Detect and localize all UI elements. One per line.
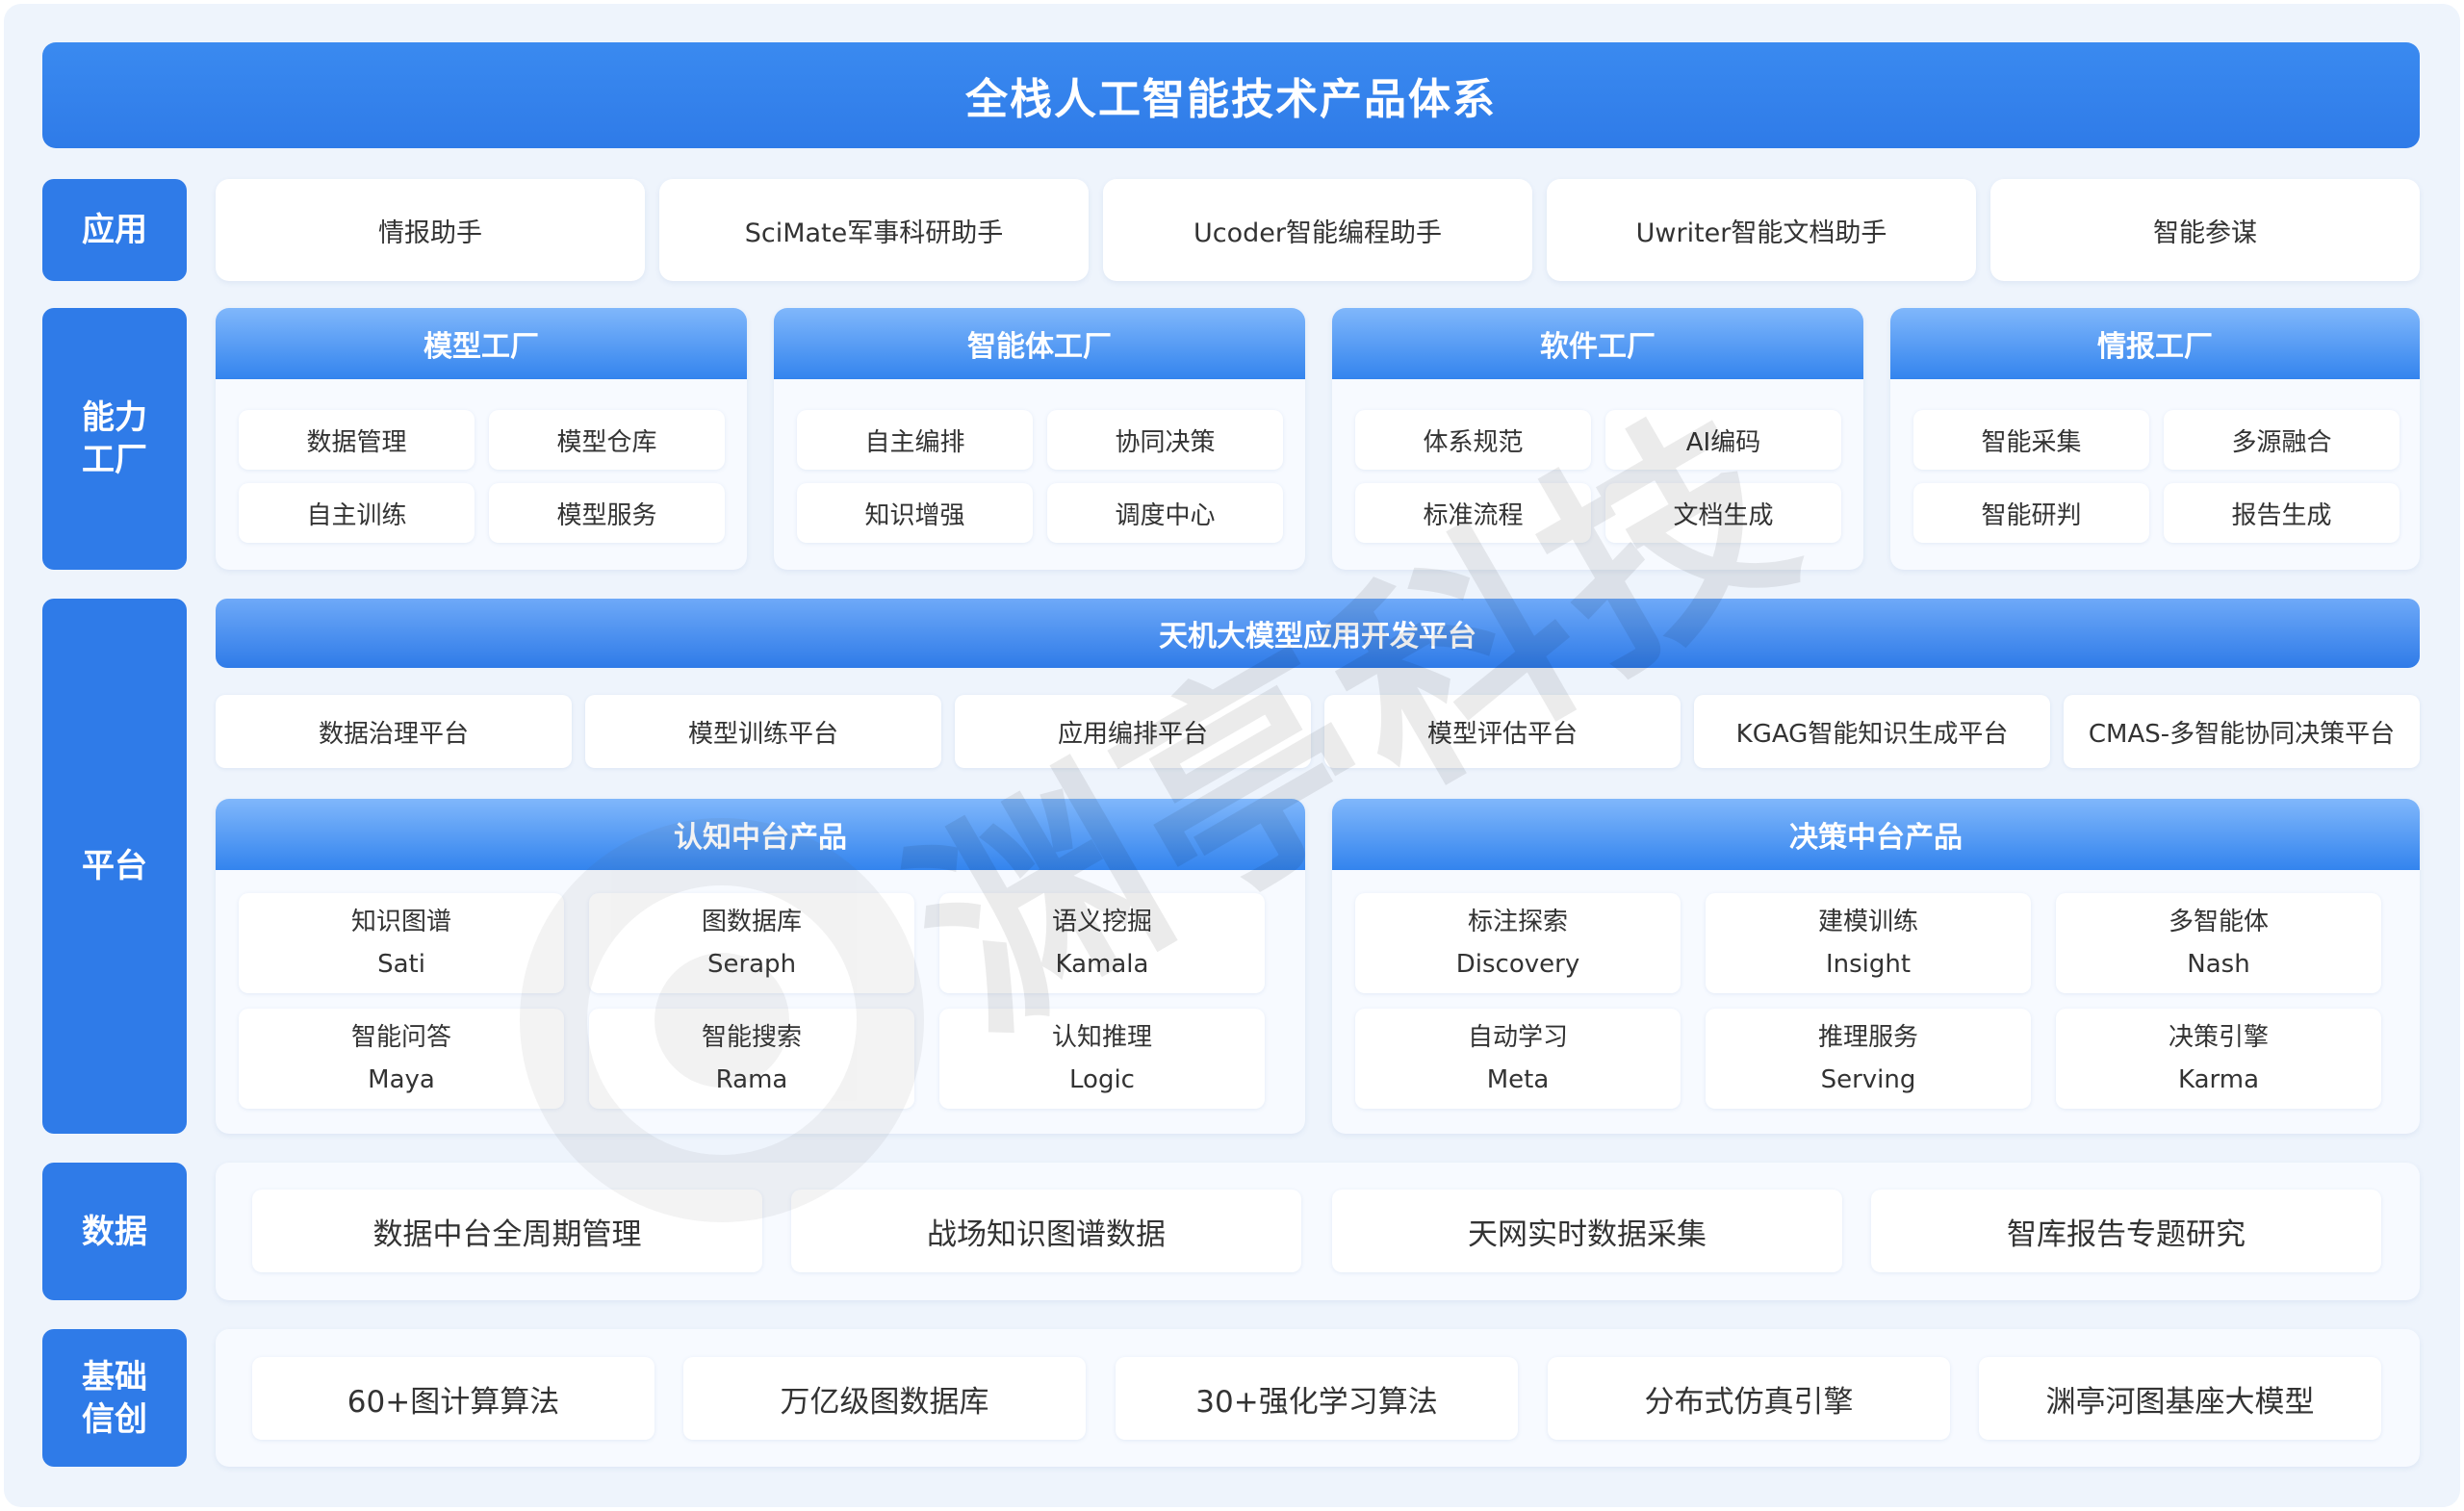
item-en: Logic	[1069, 1065, 1135, 1094]
item-en: Karma	[2177, 1065, 2260, 1094]
cognitive-item[interactable]: 语义挖掘 Kamala	[939, 893, 1265, 993]
foundation-item[interactable]: 渊亭河图基座大模型	[1979, 1357, 2381, 1440]
platform-item[interactable]: 数据治理平台	[216, 695, 572, 768]
app-card[interactable]: Uwriter智能文档助手	[1547, 179, 1976, 281]
item-en: Insight	[1825, 950, 1912, 979]
foundation-item[interactable]: 60+图计算算法	[252, 1357, 654, 1440]
platform-item[interactable]: 模型训练平台	[585, 695, 941, 768]
platform-bar-title: 天机大模型应用开发平台	[216, 599, 2420, 668]
factory-item[interactable]: 模型服务	[489, 483, 725, 543]
item-cn: 智能搜索	[701, 1023, 802, 1052]
cognitive-item[interactable]: 图数据库 Seraph	[589, 893, 914, 993]
factory-item[interactable]: 协同决策	[1047, 410, 1283, 470]
item-en: Seraph	[706, 950, 797, 979]
decision-item[interactable]: 多智能体 Nash	[2056, 893, 2381, 993]
item-en: Sati	[377, 950, 425, 979]
factory-item[interactable]: 自主编排	[797, 410, 1033, 470]
item-en: Serving	[1820, 1065, 1916, 1094]
item-en: Maya	[368, 1065, 435, 1094]
page-title: 全栈人工智能技术产品体系	[42, 42, 2420, 148]
data-item[interactable]: 智库报告专题研究	[1871, 1190, 2381, 1272]
decision-item[interactable]: 标注探索 Discovery	[1355, 893, 1681, 993]
item-cn: 认知推理	[1051, 1023, 1152, 1052]
platform-item[interactable]: 应用编排平台	[955, 695, 1311, 768]
factory-item[interactable]: 自主训练	[239, 483, 475, 543]
decision-item[interactable]: 建模训练 Insight	[1706, 893, 2031, 993]
app-card[interactable]: 情报助手	[216, 179, 645, 281]
app-card[interactable]: SciMate军事科研助手	[659, 179, 1089, 281]
factory-item[interactable]: 多源融合	[2164, 410, 2400, 470]
item-en: Discovery	[1455, 950, 1580, 979]
item-en: Rama	[715, 1065, 788, 1094]
foundation-item[interactable]: 30+强化学习算法	[1116, 1357, 1518, 1440]
factory-item[interactable]: AI编码	[1605, 410, 1841, 470]
item-cn: 决策引擎	[2168, 1023, 2269, 1052]
factory-title: 模型工厂	[216, 308, 747, 379]
factory-title: 软件工厂	[1332, 308, 1863, 379]
decision-item[interactable]: 决策引擎 Karma	[2056, 1009, 2381, 1109]
side-label-data: 数据	[42, 1163, 187, 1300]
foundation-item[interactable]: 万亿级图数据库	[683, 1357, 1086, 1440]
item-cn: 智能问答	[350, 1023, 451, 1052]
item-cn: 自动学习	[1467, 1023, 1568, 1052]
side-label-platform: 平台	[42, 599, 187, 1134]
item-cn: 建模训练	[1817, 908, 1918, 936]
factory-item[interactable]: 智能研判	[1913, 483, 2149, 543]
platform-item[interactable]: CMAS-多智能协同决策平台	[2064, 695, 2420, 768]
foundation-item[interactable]: 分布式仿真引擎	[1548, 1357, 1950, 1440]
data-item[interactable]: 数据中台全周期管理	[252, 1190, 762, 1272]
decision-item[interactable]: 自动学习 Meta	[1355, 1009, 1681, 1109]
factory-item[interactable]: 模型仓库	[489, 410, 725, 470]
platform-item[interactable]: 模型评估平台	[1324, 695, 1681, 768]
factory-item[interactable]: 数据管理	[239, 410, 475, 470]
item-en: Nash	[2187, 950, 2250, 979]
side-label-foundation: 基础 信创	[42, 1329, 187, 1467]
data-item[interactable]: 天网实时数据采集	[1332, 1190, 1842, 1272]
factory-item[interactable]: 标准流程	[1355, 483, 1591, 543]
decision-title: 决策中台产品	[1332, 799, 2420, 870]
side-label-capability: 能力 工厂	[42, 308, 187, 570]
item-en: Kamala	[1055, 950, 1149, 979]
cognitive-item[interactable]: 智能问答 Maya	[239, 1009, 564, 1109]
factory-item[interactable]: 知识增强	[797, 483, 1033, 543]
data-item[interactable]: 战场知识图谱数据	[791, 1190, 1301, 1272]
factory-item[interactable]: 体系规范	[1355, 410, 1591, 470]
factory-item[interactable]: 报告生成	[2164, 483, 2400, 543]
platform-item[interactable]: KGAG智能知识生成平台	[1694, 695, 2050, 768]
cognitive-item[interactable]: 认知推理 Logic	[939, 1009, 1265, 1109]
item-cn: 多智能体	[2168, 908, 2269, 936]
side-label-app: 应用	[42, 179, 187, 281]
factory-item[interactable]: 文档生成	[1605, 483, 1841, 543]
cognitive-title: 认知中台产品	[216, 799, 1305, 870]
factory-item[interactable]: 智能采集	[1913, 410, 2149, 470]
item-cn: 推理服务	[1817, 1023, 1918, 1052]
cognitive-item[interactable]: 智能搜索 Rama	[589, 1009, 914, 1109]
app-card[interactable]: Ucoder智能编程助手	[1103, 179, 1532, 281]
cognitive-item[interactable]: 知识图谱 Sati	[239, 893, 564, 993]
item-cn: 知识图谱	[350, 908, 451, 936]
app-card[interactable]: 智能参谋	[1990, 179, 2420, 281]
factory-title: 情报工厂	[1890, 308, 2420, 379]
item-en: Meta	[1486, 1065, 1550, 1094]
factory-title: 智能体工厂	[774, 308, 1305, 379]
item-cn: 语义挖掘	[1051, 908, 1152, 936]
decision-item[interactable]: 推理服务 Serving	[1706, 1009, 2031, 1109]
factory-item[interactable]: 调度中心	[1047, 483, 1283, 543]
item-cn: 标注探索	[1467, 908, 1568, 936]
item-cn: 图数据库	[701, 908, 802, 936]
